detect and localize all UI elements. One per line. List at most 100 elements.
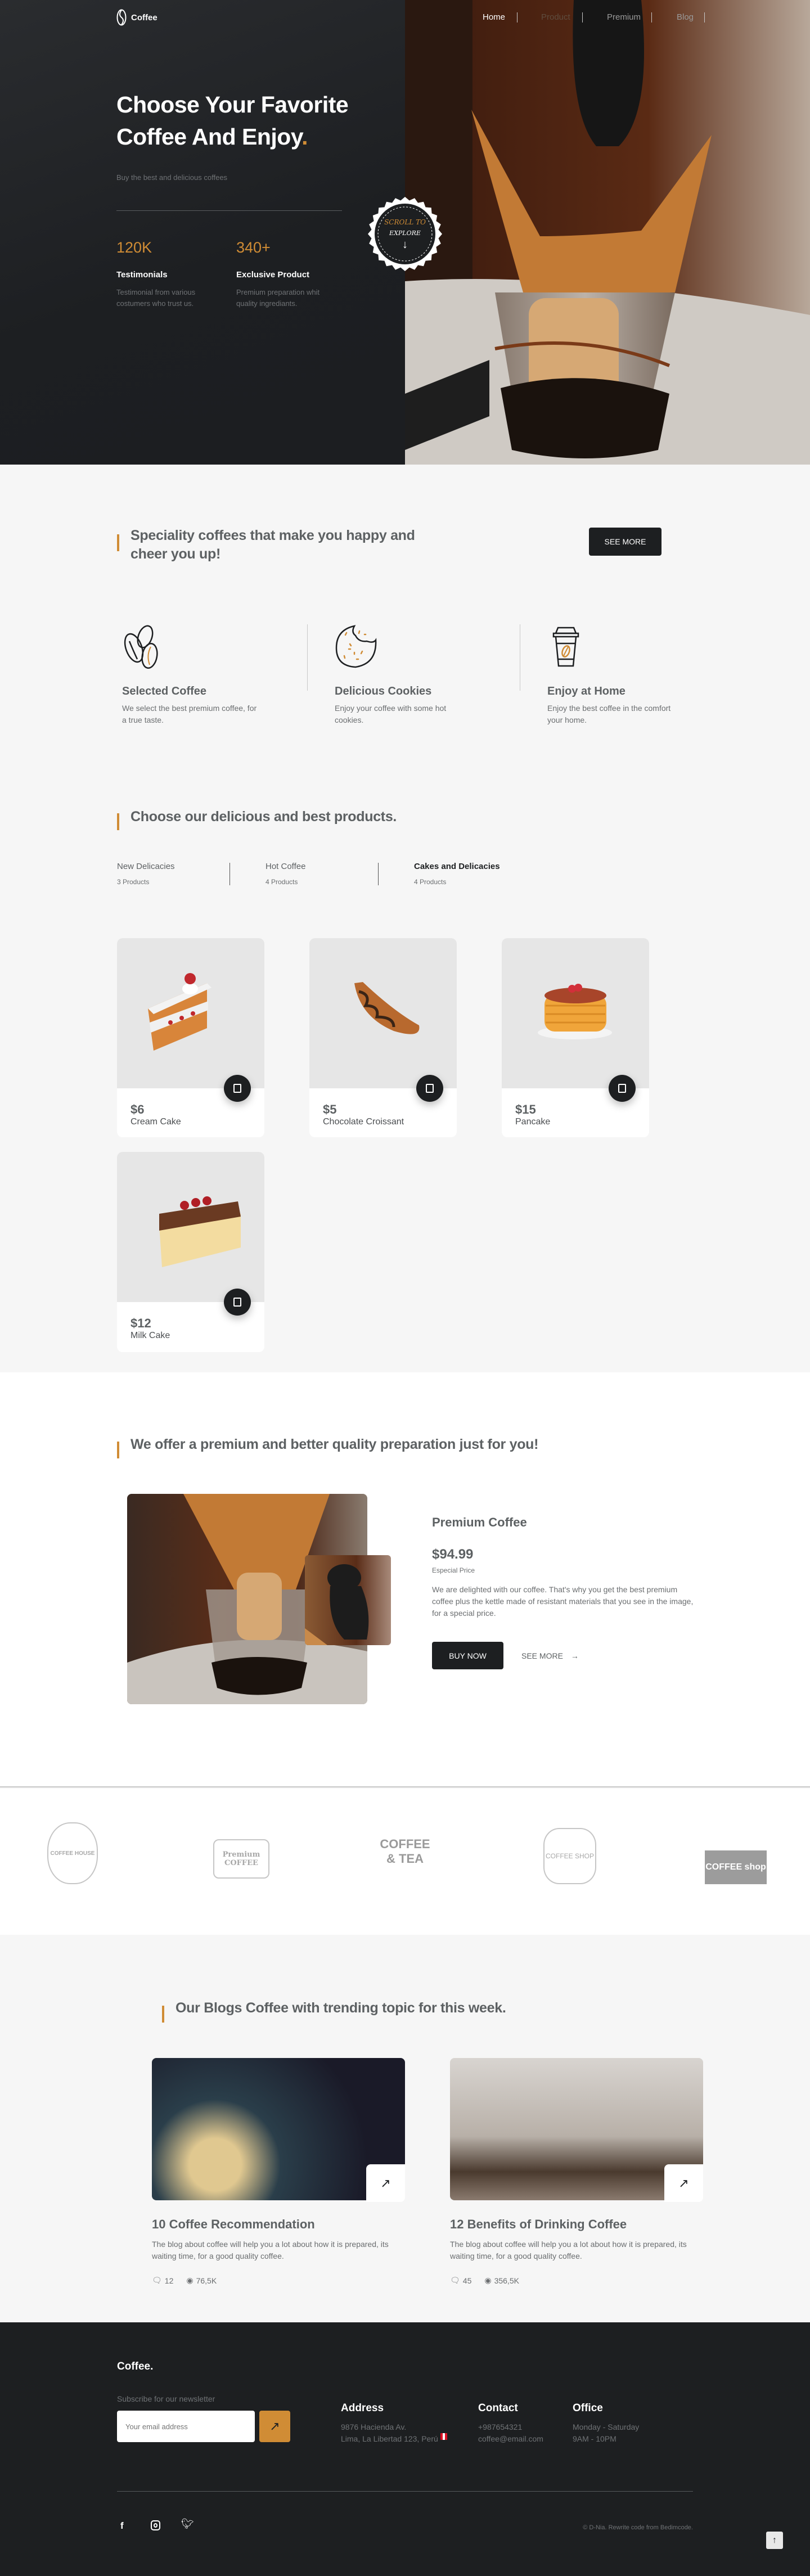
add-to-cart-button[interactable]: [224, 1075, 251, 1102]
eye-icon: ◉: [186, 2276, 194, 2285]
office-title: Office: [573, 2402, 603, 2414]
hero-section: Coffee Home Product Premium Blog Choose …: [0, 0, 810, 465]
shopping-bag-icon: [233, 1084, 241, 1093]
facebook-icon[interactable]: f: [120, 2520, 124, 2532]
product-card[interactable]: $5 Chocolate Croissant: [309, 938, 457, 1137]
badge-line2: EXPLORE: [389, 229, 421, 237]
add-to-cart-button[interactable]: [224, 1289, 251, 1316]
brand-logo: COFFEE shop: [705, 1850, 767, 1884]
product-card[interactable]: $12 Milk Cake: [117, 1152, 264, 1352]
address-line1: 9876 Hacienda Av.: [341, 2422, 407, 2431]
email-input[interactable]: [117, 2411, 255, 2442]
kettle-image: [305, 1555, 391, 1645]
coffee-cup-icon: [552, 627, 579, 667]
premium-heading: We offer a premium and better quality pr…: [130, 1436, 539, 1452]
see-more-label: SEE MORE: [521, 1651, 563, 1660]
feature-title: Delicious Cookies: [335, 685, 432, 697]
nav-premium[interactable]: Premium: [607, 12, 641, 22]
blog-post-title[interactable]: 10 Coffee Recommendation: [152, 2217, 315, 2232]
newsletter-label: Subscribe for our newsletter: [117, 2394, 215, 2403]
stat-value: 340+: [236, 239, 271, 256]
nav-separator: [582, 12, 583, 22]
blog-card[interactable]: ↗: [152, 2058, 405, 2202]
stat-label: Testimonials: [116, 270, 168, 280]
office-hours: 9AM - 10PM: [573, 2434, 616, 2443]
feature-desc: We select the best premium coffee, for a…: [122, 704, 257, 724]
tab-label: Cakes and Delicacies: [414, 862, 500, 871]
logo-text: Coffee: [131, 12, 158, 22]
buy-now-button[interactable]: BUY NOW: [432, 1642, 503, 1669]
hero-divider: [116, 210, 342, 211]
contact-phone[interactable]: +987654321: [478, 2421, 522, 2433]
stat-value: 120K: [116, 239, 152, 256]
add-to-cart-button[interactable]: [416, 1075, 443, 1102]
cookie-icon: [335, 625, 377, 668]
office-days: Monday - Saturday: [573, 2422, 640, 2431]
blog-card[interactable]: ↗: [450, 2058, 703, 2202]
comment-count: 12: [164, 2276, 174, 2285]
product-price: $5: [323, 1102, 337, 1116]
coffee-bean-logo-icon: [116, 9, 127, 26]
tab-count: 3 Products: [117, 878, 150, 886]
product-price: $6: [130, 1102, 145, 1116]
blog-post-title[interactable]: 12 Benefits of Drinking Coffee: [450, 2217, 627, 2232]
comment-count: 45: [462, 2276, 472, 2285]
brand-logo: COFFEE SHOP: [543, 1828, 596, 1884]
premium-price: $94.99: [432, 1547, 474, 1562]
tab-cakes-and-delicacies[interactable]: Cakes and Delicacies 4 Products: [414, 862, 500, 886]
feature-title: Selected Coffee: [122, 685, 207, 697]
premium-price-note: Especial Price: [432, 1566, 475, 1574]
nav-home[interactable]: Home: [483, 12, 505, 22]
nav-product[interactable]: Product: [541, 12, 570, 22]
premium-section: We offer a premium and better quality pr…: [0, 1372, 810, 1787]
heading-accent-bar: [162, 2006, 164, 2023]
product-price: $12: [130, 1316, 151, 1330]
feature-divider: [307, 624, 308, 691]
product-card[interactable]: $15 Pancake: [502, 938, 649, 1137]
premium-desc: We are delighted with our coffee. That's…: [432, 1585, 694, 1618]
product-image-cream-cake: [117, 938, 264, 1088]
contact-title: Contact: [478, 2402, 518, 2414]
tab-count: 4 Products: [266, 878, 298, 886]
nav-blog[interactable]: Blog: [677, 12, 694, 22]
brand-logo: COFFEE HOUSE: [47, 1822, 98, 1884]
badge-line1: SCROLL TO: [384, 218, 426, 226]
premium-title: Premium Coffee: [432, 1515, 527, 1529]
subscribe-button[interactable]: ↗: [259, 2411, 290, 2442]
contact-email[interactable]: coffee@email.com: [478, 2433, 543, 2445]
hero-chemex-image: [405, 0, 810, 465]
open-post-arrow-icon[interactable]: ↗: [664, 2164, 703, 2202]
add-to-cart-button[interactable]: [609, 1075, 636, 1102]
brand-logo: COFFEE & TEA: [380, 1837, 430, 1866]
tab-label: New Delicacies: [117, 862, 175, 871]
address-line2: Lima, La Libertad 123, Perú: [341, 2433, 447, 2445]
copyright: © D-Nia. Rewrite code from Bedimcode.: [583, 2524, 693, 2531]
coffee-beans-icon: [124, 625, 158, 669]
see-more-link[interactable]: SEE MORE →: [521, 1651, 579, 1660]
hero-subtitle: Buy the best and delicious coffees: [116, 173, 228, 182]
product-image-pancake: [502, 938, 649, 1088]
product-image-milk-cake: [117, 1152, 264, 1302]
nav-separator: [517, 12, 518, 22]
nav-separator: [704, 12, 705, 22]
tab-hot-coffee[interactable]: Hot Coffee 4 Products: [266, 862, 305, 886]
logo[interactable]: Coffee: [116, 9, 158, 26]
product-name: Chocolate Croissant: [323, 1117, 404, 1127]
footer-divider: [117, 2491, 693, 2492]
instagram-icon[interactable]: [151, 2520, 160, 2530]
see-more-button[interactable]: SEE MORE: [589, 528, 662, 556]
product-price: $15: [515, 1102, 536, 1116]
open-post-arrow-icon[interactable]: ↗: [366, 2164, 405, 2202]
hero-title-line1: Choose Your Favorite: [116, 92, 349, 118]
shopping-bag-icon: [618, 1084, 626, 1093]
speciality-section: Speciality coffees that make you happy a…: [0, 465, 810, 1372]
speciality-heading: Speciality coffees that make you happy a…: [130, 528, 415, 562]
tab-new-delicacies[interactable]: New Delicacies 3 Products: [117, 862, 175, 886]
scroll-top-button[interactable]: ↑: [766, 2532, 783, 2549]
products-heading: Choose our delicious and best products.: [130, 809, 397, 825]
scroll-to-explore-badge[interactable]: SCROLL TO EXPLORE ↓: [368, 197, 442, 271]
hero-title-dot: .: [302, 124, 308, 150]
product-card[interactable]: $6 Cream Cake: [117, 938, 264, 1137]
blog-post-meta: 🗨 45 ◉ 356,5K: [450, 2276, 519, 2285]
twitter-icon[interactable]: 🐦︎: [181, 2518, 194, 2530]
